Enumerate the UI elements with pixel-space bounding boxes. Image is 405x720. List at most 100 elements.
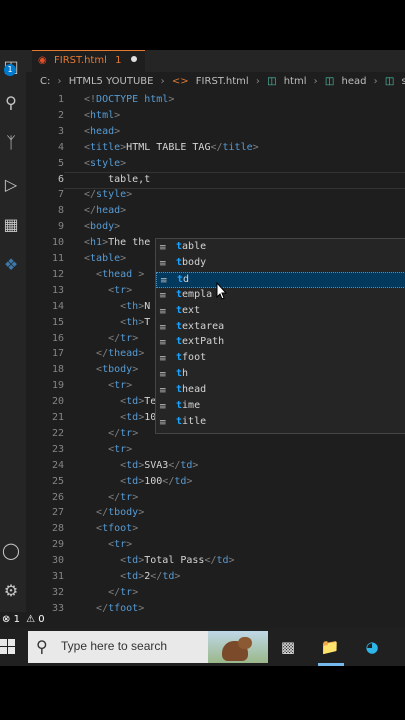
code-line[interactable]: <td>SVA3</td> [84, 460, 198, 471]
code-line[interactable]: <html> [84, 110, 120, 121]
warning-count: 0 [38, 614, 45, 625]
task-view-icon[interactable]: ▩ [278, 637, 298, 657]
line-number: 23 [51, 443, 64, 455]
suggestion-match: t [176, 304, 183, 316]
suggestion-item[interactable]: ≡ thead [156, 383, 405, 399]
account-icon[interactable]: ◯ [0, 540, 22, 562]
suggestion-item[interactable]: ≡ text [156, 304, 405, 320]
breadcrumb-html[interactable]: html [284, 76, 307, 87]
code-line[interactable]: <td>2</td> [84, 571, 180, 582]
gear-icon[interactable]: ⚙ [0, 580, 22, 602]
code-line[interactable]: <thead > [84, 269, 144, 280]
snippet-icon: ≡ [159, 243, 167, 253]
line-number: 13 [51, 284, 64, 296]
tab-first-html[interactable]: ◉ FIRST.html 1 [32, 50, 145, 73]
code-line[interactable]: <td>100</td> [84, 476, 192, 487]
code-token: tr [114, 443, 127, 455]
code-token: > [252, 141, 259, 153]
suggestion-item[interactable]: ≡ time [156, 399, 405, 415]
search-icon[interactable]: ⚲ [0, 92, 22, 114]
code-line[interactable]: <body> [84, 221, 120, 232]
code-line[interactable]: <td>Total Pass</td> [84, 555, 234, 567]
code-line[interactable]: </tr> [84, 428, 138, 439]
unsaved-dot-icon[interactable] [130, 56, 137, 62]
suggestion-item[interactable]: ≡ table [156, 240, 405, 256]
code-line[interactable]: <title>HTML TABLE TAG</title> [84, 142, 259, 153]
activity-badge: 1 [4, 64, 16, 76]
code-line[interactable]: <!DOCTYPE html> [84, 94, 174, 105]
code-token: h1 [90, 237, 103, 249]
code-line[interactable]: </head> [84, 205, 126, 216]
code-line[interactable]: table,t [84, 174, 150, 185]
code-line[interactable]: <head> [84, 126, 120, 137]
breadcrumb-style[interactable]: style [401, 76, 405, 87]
code-line[interactable]: </tr> [84, 587, 138, 598]
suggestion-item[interactable]: ≡ tfoot [156, 351, 405, 367]
python-icon[interactable]: ❖ [0, 254, 22, 276]
snippet-icon: ≡ [159, 258, 167, 269]
code-line[interactable]: <th>T [84, 317, 150, 328]
code-line[interactable]: <tbody> [84, 364, 138, 375]
run-debug-icon[interactable]: ▷ [0, 174, 22, 196]
source-control-icon[interactable]: ᛉ [0, 132, 22, 154]
suggestion-widget[interactable]: ≡ table ≡ tbody ≡ td ≡ templa ≡ text ≡ textarea ≡ tex… [155, 238, 405, 434]
code-token: body [90, 221, 115, 233]
line-number: 29 [51, 539, 64, 551]
code-line[interactable]: <tr> [84, 285, 132, 296]
code-token: T [144, 316, 151, 328]
error-icon[interactable]: ⊗ [2, 614, 10, 625]
chevron-right-icon: › [373, 76, 378, 87]
code-line[interactable]: <tr> [84, 539, 132, 550]
code-token: </ [108, 586, 121, 598]
extensions-icon[interactable]: ▦ [0, 214, 22, 236]
code-line[interactable]: <style> [84, 158, 126, 169]
breadcrumb-folder[interactable]: HTML5 YOUTUBE [69, 76, 154, 87]
code-token: > [138, 268, 145, 280]
code-token: tr [120, 332, 133, 344]
breadcrumb-file[interactable]: FIRST.html [196, 76, 249, 87]
code-line[interactable]: <tr> [84, 444, 132, 455]
code-token: > [174, 571, 181, 582]
file-explorer-icon[interactable]: 📁 [320, 637, 340, 657]
code-token: tr [114, 284, 127, 296]
suggestion-item[interactable]: ≡ th [156, 367, 405, 383]
code-token: </ [96, 348, 109, 360]
code-line[interactable]: </thead> [84, 348, 144, 359]
code-line[interactable]: <th>N [84, 301, 150, 312]
code-token: tr [120, 491, 133, 503]
snippet-icon: ≡ [159, 354, 167, 365]
windows-taskbar: ⚲ Type here to search ▩ 📁 ◕ [0, 628, 405, 666]
suggestion-item[interactable]: ≡ textarea [156, 320, 405, 336]
suggestion-match: t [176, 415, 183, 427]
code-line[interactable]: <h1>The the [84, 237, 150, 248]
windows-start-icon[interactable] [0, 639, 16, 655]
code-token: head [90, 125, 115, 137]
suggestion-item[interactable]: ≡ templa [156, 288, 405, 304]
code-line[interactable]: </tbody> [84, 507, 144, 518]
code-line[interactable]: </tr> [84, 492, 138, 503]
suggestion-item[interactable]: ≡ title [156, 415, 405, 431]
breadcrumb-head[interactable]: head [342, 76, 367, 87]
edge-browser-icon[interactable]: ◕ [362, 637, 382, 657]
snippet-icon: ≡ [159, 338, 167, 349]
code-line[interactable]: </style> [84, 189, 132, 200]
code-token: td [126, 459, 139, 471]
search-highlight-image[interactable] [208, 631, 268, 663]
code-token: td [126, 555, 139, 567]
code-token: td [180, 459, 193, 471]
suggestion-item[interactable]: ≡ textPath [156, 335, 405, 351]
chevron-right-icon: › [255, 76, 260, 87]
suggestion-match: t [176, 384, 183, 396]
code-line[interactable]: </tr> [84, 333, 138, 344]
code-line[interactable]: <table> [84, 253, 126, 264]
warning-icon[interactable]: ⚠ [26, 614, 35, 625]
suggestion-item[interactable]: ≡ tbody [156, 256, 405, 272]
element-icon: ◫ [324, 76, 335, 87]
suggestion-item[interactable]: ≡ td [156, 271, 405, 288]
code-line[interactable]: <tfoot> [84, 523, 138, 534]
code-line[interactable]: <tr> [84, 380, 132, 391]
